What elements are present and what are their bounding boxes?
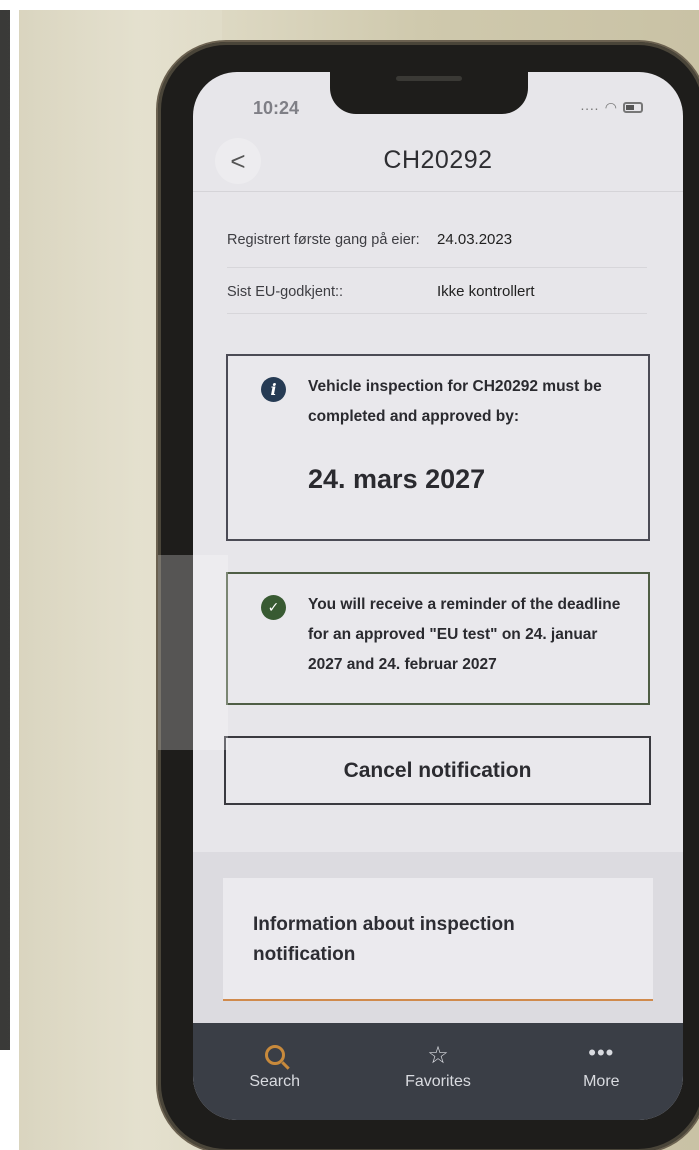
info-label: Sist EU-godkjent:: — [227, 283, 344, 300]
tab-more[interactable]: ••• More — [520, 1023, 683, 1120]
more-icon: ••• — [588, 1040, 615, 1065]
tab-label: More — [583, 1073, 620, 1090]
reminder-card: ✓ You will receive a reminder of the dea… — [226, 572, 650, 705]
tab-bar: Search ☆ Favorites ••• More — [193, 1023, 683, 1120]
search-icon — [264, 1041, 285, 1071]
inspection-deadline-card: i Vehicle inspection for CH20292 must be… — [226, 354, 650, 541]
page-title: CH20292 — [383, 146, 493, 174]
check-icon: ✓ — [261, 595, 286, 620]
info-row-registered: Registrert første gang på eier: 24.03.20… — [227, 212, 647, 268]
star-icon: ☆ — [427, 1042, 449, 1069]
tab-label: Favorites — [405, 1073, 471, 1090]
deadline-date: 24. mars 2027 — [308, 464, 486, 494]
info-label: Registrert første gang på eier: — [227, 231, 420, 248]
chevron-left-icon: < — [230, 145, 246, 176]
back-button[interactable]: < — [215, 138, 261, 184]
info-value: 24.03.2023 — [437, 231, 513, 248]
notch — [330, 72, 528, 114]
info-row-eu-approved: Sist EU-godkjent:: Ikke kontrollert — [227, 270, 647, 314]
nav-header: < CH20292 — [193, 130, 683, 192]
inspection-message: Vehicle inspection for CH20292 must be c… — [308, 378, 602, 425]
reminder-message: You will receive a reminder of the deadl… — [308, 596, 621, 673]
tab-label: Search — [249, 1073, 301, 1090]
tab-search[interactable]: Search — [193, 1023, 356, 1120]
speaker — [396, 76, 462, 81]
signal-icon: ···· — [580, 99, 599, 116]
status-icons: ···· ◠ — [580, 99, 643, 116]
information-link-label: Information about inspection notificatio… — [253, 914, 515, 965]
wifi-icon: ◠ — [604, 99, 617, 115]
tab-favorites[interactable]: ☆ Favorites — [356, 1023, 519, 1120]
info-icon: i — [261, 377, 286, 402]
status-time: 10:24 — [253, 98, 300, 118]
battery-icon — [623, 102, 643, 113]
information-link-card[interactable]: Information about inspection notificatio… — [223, 878, 653, 1001]
info-value: Ikke kontrollert — [437, 283, 535, 300]
left-edge-shadow — [0, 10, 10, 1050]
top-border — [0, 0, 699, 10]
cancel-notification-button[interactable]: Cancel notification — [224, 736, 651, 805]
phone-screen: 10:24 ···· ◠ < CH20292 Registrert første… — [193, 72, 683, 1120]
